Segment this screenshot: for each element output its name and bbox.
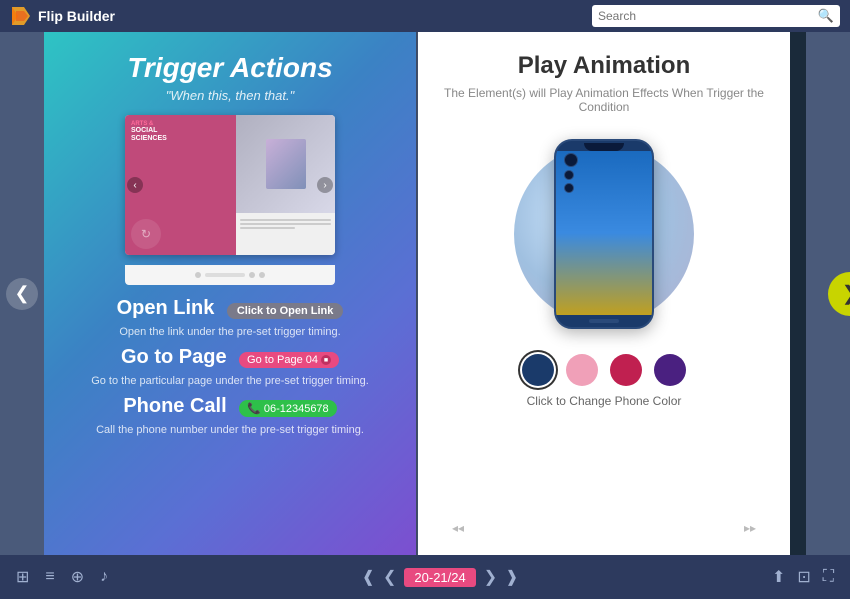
color-swatch-navy[interactable] [522,354,554,386]
prev-page-button[interactable]: ❮ [0,32,44,555]
text-line [240,223,331,225]
book-preview-widget: ARTS & SOCIALSCIENCES ↻ [125,115,335,255]
text-line [240,219,331,221]
list-view-icon[interactable]: ≡ [45,568,54,586]
open-link-title: Open Link [117,297,215,319]
goto-page-desc: Go to the particular page under the pre-… [91,375,369,387]
fullscreen-icon[interactable]: ⛶ [823,568,834,586]
left-page: Trigger Actions "When this, then that." … [44,32,416,555]
book-viewer: ❮ Trigger Actions "When this, then that.… [0,32,850,555]
camera-secondary [564,170,574,180]
zoom-icon[interactable]: ⊕ [71,567,84,587]
main-content: ❮ Trigger Actions "When this, then that.… [0,32,850,599]
search-input[interactable] [598,9,818,23]
download-icon[interactable]: ⊡ [797,567,810,587]
prev-arrow-icon[interactable]: ❮ [6,278,38,310]
camera-main [564,153,578,167]
goto-page-title: Go to Page [121,346,227,368]
pages-container: Trigger Actions "When this, then that." … [44,32,806,555]
phone-icon: 📞 [247,402,261,415]
search-bar[interactable]: 🔍 [592,5,840,27]
left-page-subtitle: "When this, then that." [166,88,294,103]
book-inner: ARTS & SOCIALSCIENCES ↻ [125,115,335,255]
phone-home-bar [589,319,619,323]
app-header: Flip Builder 🔍 [0,0,850,32]
phone-device [554,139,654,329]
book-toolbar [125,265,335,285]
phone-notch [584,143,624,151]
phone-area [504,124,704,344]
phone-call-title: Phone Call [123,395,226,417]
goto-page-label: Go to Page 04 [247,354,318,366]
toolbar-dot [259,272,265,278]
prev-page-tb-button[interactable]: ❮ [383,567,396,587]
text-lines [236,213,335,235]
book-nav-right[interactable]: › [317,177,333,193]
toolbar-dot [249,272,255,278]
share-icon[interactable]: ⬆ [772,567,785,587]
right-page-subtitle: The Element(s) will Play Animation Effec… [442,86,766,114]
next-page-button[interactable]: ❯ ☞ [806,32,850,555]
logo-icon [10,5,32,27]
next-page-tb-button[interactable]: ❯ [484,567,497,587]
phone-number: 06-12345678 [264,403,329,415]
toolbar-progress [205,273,245,277]
toolbar-center: ❰ ❮ 20-21/24 ❯ ❱ [362,567,519,587]
book-nav-left[interactable]: ‹ [127,177,143,193]
color-swatches [522,354,686,386]
toolbar-left: ⊞ ≡ ⊕ ♪ [16,567,108,587]
toolbar-dot [195,272,201,278]
phone-cameras [564,153,578,193]
phone-call-button[interactable]: 📞 06-12345678 [239,400,337,417]
logo-area: Flip Builder [10,5,115,27]
toolbar-right: ⬆ ⊡ ⛶ [772,567,834,587]
text-line [240,227,295,229]
phone-call-desc: Call the phone number under the pre-set … [96,424,364,436]
color-swatch-pink[interactable] [566,354,598,386]
color-label: Click to Change Phone Color [527,394,682,408]
audio-icon[interactable]: ♪ [100,568,108,586]
open-link-button[interactable]: Click to Open Link [227,303,344,319]
app-name: Flip Builder [38,8,115,24]
goto-page-action: Go to Page Go to Page 04 ■ [121,346,339,369]
book-image [236,115,335,213]
phone-call-action: Phone Call 📞 06-12345678 [123,395,336,418]
next-arrow-yellow[interactable]: ❯ ☞ [828,272,850,316]
open-link-action: Open Link Click to Open Link [117,297,344,320]
open-link-desc: Open the link under the pre-set trigger … [119,326,340,338]
color-swatch-purple[interactable] [654,354,686,386]
goto-page-button[interactable]: Go to Page 04 ■ [239,352,339,368]
last-page-button[interactable]: ❱ [505,567,518,587]
goto-arrow-icon: ■ [321,355,331,365]
corner-left-icon[interactable]: ◂◂ [452,521,464,535]
bottom-toolbar: ⊞ ≡ ⊕ ♪ ❰ ❮ 20-21/24 ❯ ❱ ⬆ ⊡ ⛶ [0,555,850,599]
social-label: SOCIALSCIENCES [131,127,230,144]
page-corners: ◂◂ ▸▸ [442,521,766,535]
camera-tertiary [564,183,574,193]
right-page: Play Animation The Element(s) will Play … [418,32,790,555]
page-indicator[interactable]: 20-21/24 [404,568,475,587]
search-icon[interactable]: 🔍 [818,8,834,24]
left-page-title: Trigger Actions [127,52,332,84]
color-swatch-crimson[interactable] [610,354,642,386]
side-panel [790,32,806,555]
first-page-button[interactable]: ❰ [362,567,375,587]
corner-right-icon[interactable]: ▸▸ [744,521,756,535]
grid-view-icon[interactable]: ⊞ [16,567,29,587]
right-page-title: Play Animation [518,52,690,80]
